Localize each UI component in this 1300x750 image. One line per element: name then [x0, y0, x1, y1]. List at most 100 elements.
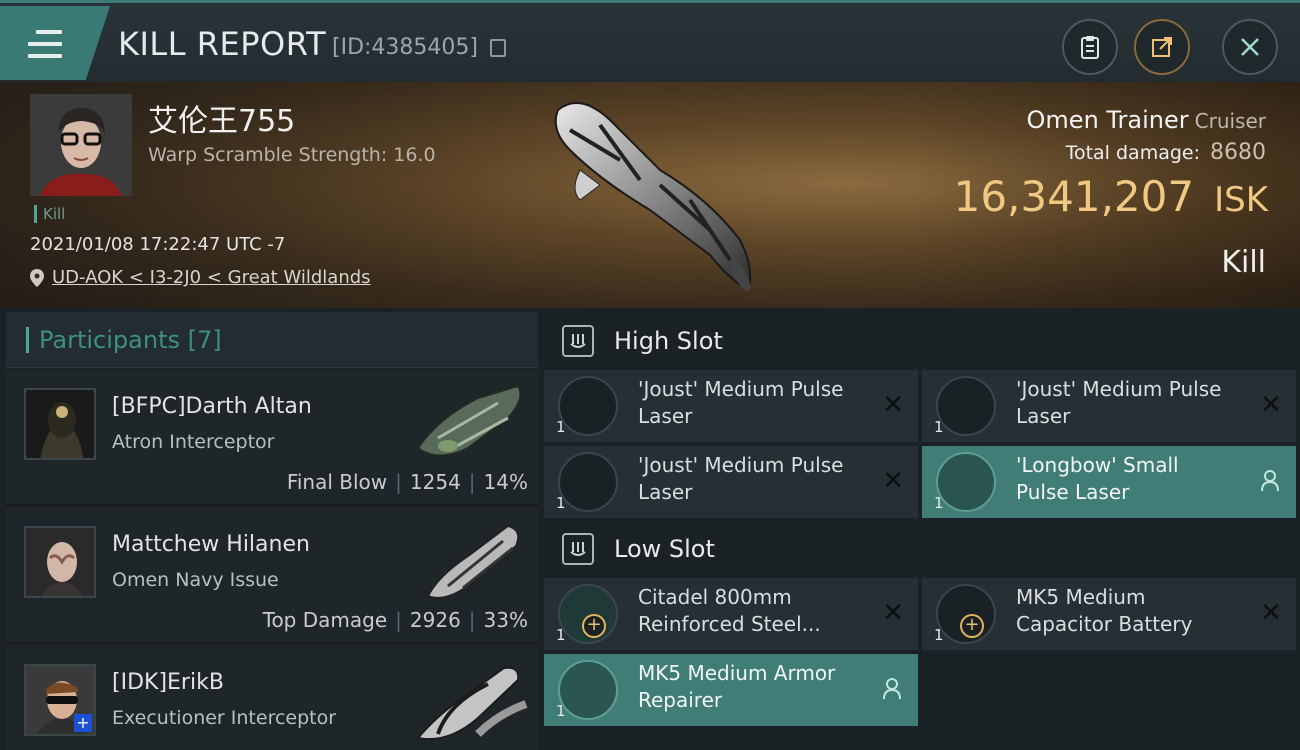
participant-row[interactable]: Mattchew Hilanen Omen Navy Issue Top Dam…: [6, 508, 538, 644]
person-icon: [1261, 470, 1279, 492]
participant-damage: 2926: [409, 608, 461, 632]
armor-repairer-icon: [558, 660, 618, 720]
module-item[interactable]: + 1 Citadel 800mm Reinforced Steel... ✕: [544, 578, 918, 650]
report-id: [ID:4385405]: [332, 35, 478, 60]
share-button[interactable]: [1134, 19, 1190, 75]
module-name-line1: MK5 Medium: [1016, 585, 1146, 609]
victim-summary: 艾伦王755 Warp Scramble Strength: 16.0 Kill…: [0, 82, 1300, 308]
module-quantity: 1: [556, 418, 566, 436]
module-name: MK5 Medium Capacitor Battery: [1016, 584, 1256, 638]
participant-role: Top Damage: [262, 608, 388, 632]
victim-portrait[interactable]: [30, 94, 132, 196]
plus-badge-icon: +: [74, 714, 92, 732]
participant-damage: 1254: [409, 470, 461, 494]
module-name: MK5 Medium Armor Repairer: [638, 660, 878, 714]
module-quantity: 1: [934, 418, 944, 436]
module-name-line1: 'Joust' Medium Pulse: [638, 453, 844, 477]
module-item[interactable]: + 1 MK5 Medium Capacitor Battery ✕: [922, 578, 1296, 650]
victim-ship-image[interactable]: [540, 90, 770, 300]
participants-heading[interactable]: Participants [7]: [6, 312, 538, 368]
high-slot-icon: [562, 325, 594, 357]
person-icon: [883, 678, 901, 700]
plus-icon: +: [582, 614, 606, 638]
module-name-line1: 'Joust' Medium Pulse: [638, 377, 844, 401]
kill-report-screen: KILL REPORT [ID:4385405] 艾伦王755 Warp Scr…: [0, 0, 1300, 750]
ship-class: Cruiser: [1194, 109, 1266, 133]
module-quantity: 1: [934, 626, 944, 644]
module-item[interactable]: 1 'Joust' Medium Pulse Laser ✕: [544, 370, 918, 442]
pulse-laser-icon: [558, 452, 618, 512]
low-slot-label: Low Slot: [614, 535, 715, 563]
module-name: 'Joust' Medium Pulse Laser: [638, 452, 878, 506]
module-item[interactable]: 1 'Joust' Medium Pulse Laser ✕: [544, 446, 918, 518]
module-name-line2: Laser: [1016, 404, 1071, 428]
high-slot-grid: 1 'Joust' Medium Pulse Laser ✕ 1 'Joust' …: [544, 370, 1300, 518]
copy-icon[interactable]: [490, 39, 506, 57]
kill-datetime: 2021/01/08 17:22:47 UTC -7: [30, 234, 286, 255]
participant-ship: Omen Navy Issue: [112, 569, 279, 591]
participant-name: [BFPC]Darth Altan: [112, 394, 312, 419]
participant-row[interactable]: [BFPC]Darth Altan Atron Interceptor Fina…: [6, 370, 538, 506]
participant-ship-image: [426, 524, 520, 599]
module-name-line2: Capacitor Battery: [1016, 612, 1193, 636]
low-slot-header: Low Slot: [544, 520, 1300, 578]
participant-role: Final Blow: [286, 470, 388, 494]
module-name-line2: Pulse Laser: [1016, 480, 1130, 504]
module-name: Citadel 800mm Reinforced Steel...: [638, 584, 878, 638]
total-damage: Total damage: 8680: [1066, 140, 1266, 165]
close-icon: [1241, 38, 1259, 56]
module-name-line2: Laser: [638, 480, 693, 504]
participant-ship: Executioner Interceptor: [112, 707, 337, 729]
avatar: [24, 526, 96, 598]
avatar: [24, 388, 96, 460]
destroyed-x-icon: ✕: [882, 598, 904, 628]
victim-name: 艾伦王755: [148, 104, 296, 139]
module-quantity: 1: [556, 702, 566, 720]
low-slot-grid: + 1 Citadel 800mm Reinforced Steel... ✕ +…: [544, 578, 1300, 726]
module-name: 'Joust' Medium Pulse Laser: [638, 376, 878, 430]
module-item[interactable]: 1 'Joust' Medium Pulse Laser ✕: [922, 370, 1296, 442]
page-title: KILL REPORT: [118, 25, 327, 63]
menu-button[interactable]: [0, 6, 110, 80]
module-name-line2: Reinforced Steel...: [638, 612, 821, 636]
pulse-laser-icon: [936, 376, 996, 436]
participant-percent: 14%: [483, 470, 528, 494]
module-name-line1: 'Joust' Medium Pulse: [1016, 377, 1222, 401]
participants-panel: Participants [7] [BFPC]Darth Altan Atron…: [6, 312, 538, 750]
kill-location[interactable]: UD-AOK < I3-2J0 < Great Wildlands: [30, 267, 371, 288]
participant-stats: Final Blow | 1254 | 14%: [286, 470, 528, 494]
high-slot-label: High Slot: [614, 327, 723, 355]
plus-icon: +: [960, 614, 984, 638]
module-name: 'Longbow' Small Pulse Laser: [1016, 452, 1256, 506]
participant-row[interactable]: + [IDK]ErikB Executioner Interceptor: [6, 646, 538, 750]
victim-ship: Omen Trainer Cruiser: [1027, 106, 1266, 134]
participant-ship-image: [416, 384, 522, 457]
total-damage-value: 8680: [1210, 140, 1266, 165]
module-name: 'Joust' Medium Pulse Laser: [1016, 376, 1256, 430]
module-name-line2: Repairer: [638, 688, 723, 712]
avatar: +: [24, 664, 96, 736]
low-slot-icon: [562, 533, 594, 565]
participant-name: [IDK]ErikB: [112, 670, 224, 695]
module-name-line2: Laser: [638, 404, 693, 428]
share-icon: [1152, 37, 1172, 57]
isk-value: 16,341,207 ISK: [954, 172, 1268, 221]
participant-percent: 33%: [483, 608, 528, 632]
module-item-dropped[interactable]: 1 'Longbow' Small Pulse Laser: [922, 446, 1296, 518]
participant-ship-image: [416, 666, 528, 741]
location-link[interactable]: UD-AOK < I3-2J0 < Great Wildlands: [52, 267, 371, 288]
destroyed-x-icon: ✕: [882, 390, 904, 420]
close-button[interactable]: [1222, 19, 1278, 75]
module-quantity: 1: [934, 494, 944, 512]
module-item-dropped[interactable]: 1 MK5 Medium Armor Repairer: [544, 654, 918, 726]
clipboard-icon: [1081, 36, 1099, 59]
ship-name: Omen Trainer: [1026, 106, 1189, 134]
destroyed-x-icon: ✕: [882, 466, 904, 496]
kill-result: Kill: [1221, 245, 1266, 280]
isk-unit: ISK: [1214, 180, 1268, 220]
isk-amount: 16,341,207: [953, 172, 1195, 221]
destroyed-x-icon: ✕: [1260, 598, 1282, 628]
destroyed-x-icon: ✕: [1260, 390, 1282, 420]
kill-tag: Kill: [34, 205, 65, 223]
clipboard-button[interactable]: [1062, 19, 1118, 75]
